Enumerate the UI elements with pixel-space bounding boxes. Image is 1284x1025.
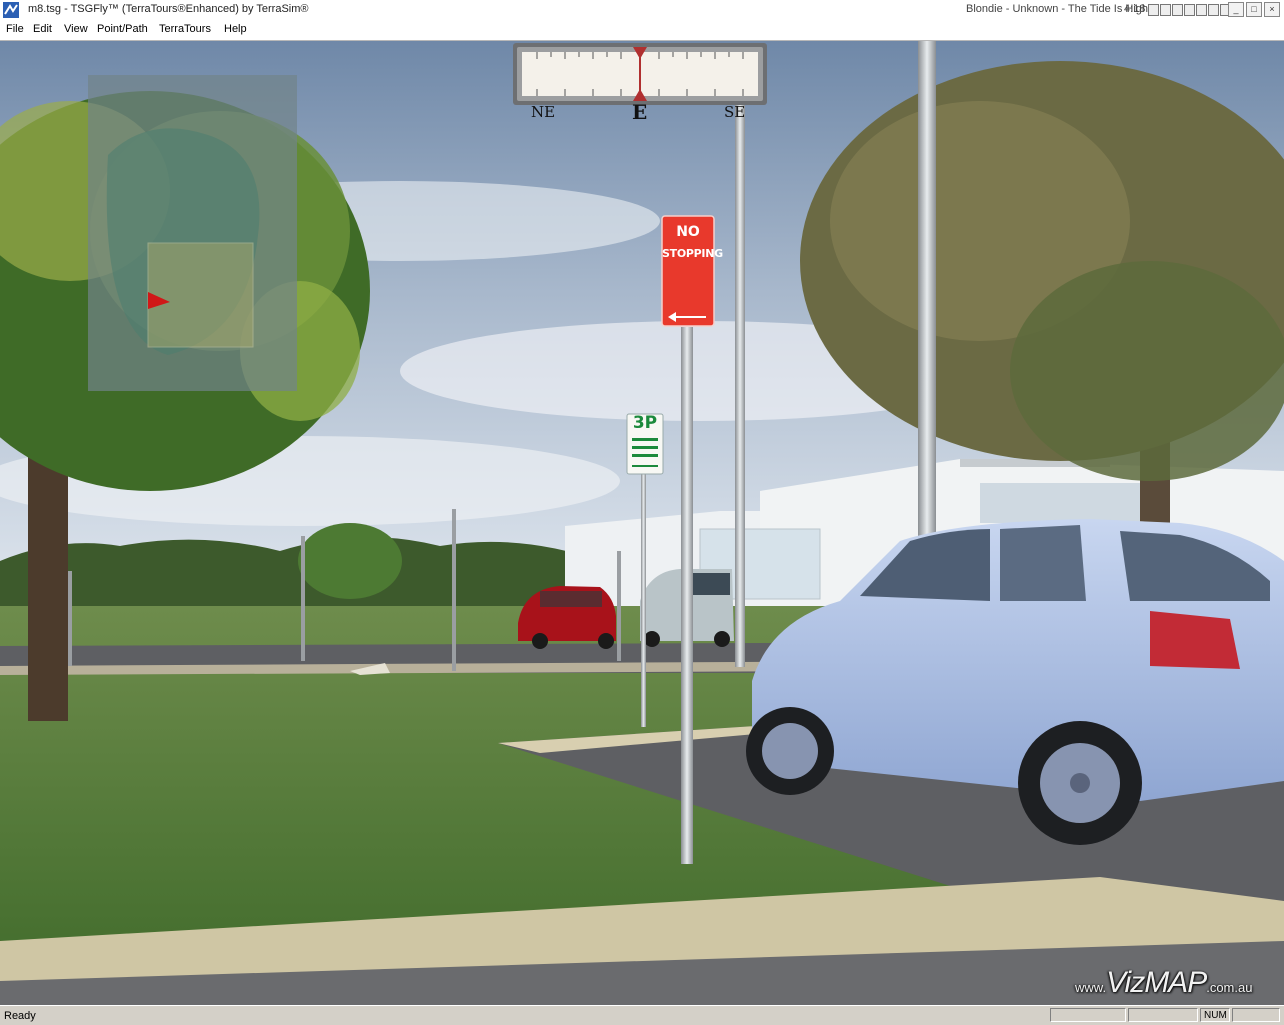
app-icon[interactable] — [3, 2, 19, 18]
no-stopping-sign-line2: STOPPING — [662, 247, 723, 260]
title-bar: m8.tsg - TSGFly™ (TerraTours®Enhanced) b… — [0, 0, 1284, 21]
compass-label-e: E — [632, 100, 648, 124]
window-controls: _ □ × — [1228, 2, 1280, 17]
watermark-prefix: www. — [1075, 980, 1107, 995]
compass-label-ne: NE — [531, 103, 556, 121]
num-lock-indicator: NUM — [1200, 1008, 1230, 1022]
parking-sign-label: 3P — [632, 413, 658, 433]
no-stopping-sign-line1: NO — [676, 224, 700, 240]
compass — [513, 43, 767, 105]
menu-point-path[interactable]: Point/Path — [97, 23, 148, 35]
status-pane-1 — [1050, 1008, 1126, 1022]
media-stop-icon[interactable] — [1184, 4, 1195, 16]
menu-view[interactable]: View — [64, 23, 88, 35]
3d-viewport[interactable]: NE E SE NO STOPPING 3P www.VizMAP.com.au — [0, 41, 1284, 1005]
minimize-button[interactable]: _ — [1228, 2, 1244, 17]
media-play-icon[interactable] — [1160, 4, 1171, 16]
status-bar: Ready NUM — [0, 1005, 1284, 1025]
media-eject-icon[interactable] — [1208, 4, 1219, 16]
media-controls — [1148, 4, 1231, 16]
media-prev-icon[interactable] — [1148, 4, 1159, 16]
watermark-main: VizMAP — [1106, 966, 1207, 999]
menu-terratours[interactable]: TerraTours — [159, 23, 211, 35]
window-title: m8.tsg - TSGFly™ (TerraTours®Enhanced) b… — [28, 3, 309, 15]
media-next-icon[interactable] — [1196, 4, 1207, 16]
status-text: Ready — [4, 1010, 36, 1022]
menu-bar: File Edit View Point/Path TerraTours Hel… — [0, 20, 1284, 41]
menu-file[interactable]: File — [6, 23, 24, 35]
watermark-suffix: .com.au — [1206, 980, 1253, 995]
compass-label-se: SE — [724, 103, 746, 121]
clock: 4:18 — [1124, 3, 1146, 15]
status-pane-2 — [1128, 1008, 1198, 1022]
status-pane-4 — [1232, 1008, 1280, 1022]
close-button[interactable]: × — [1264, 2, 1280, 17]
menu-help[interactable]: Help — [224, 23, 247, 35]
now-playing-text: Blondie - Unknown - The Tide Is High — [966, 3, 1148, 15]
minimap[interactable] — [88, 75, 297, 391]
maximize-button[interactable]: □ — [1246, 2, 1262, 17]
menu-edit[interactable]: Edit — [33, 23, 52, 35]
watermark: www.VizMAP.com.au — [1075, 966, 1252, 1000]
media-pause-icon[interactable] — [1172, 4, 1183, 16]
